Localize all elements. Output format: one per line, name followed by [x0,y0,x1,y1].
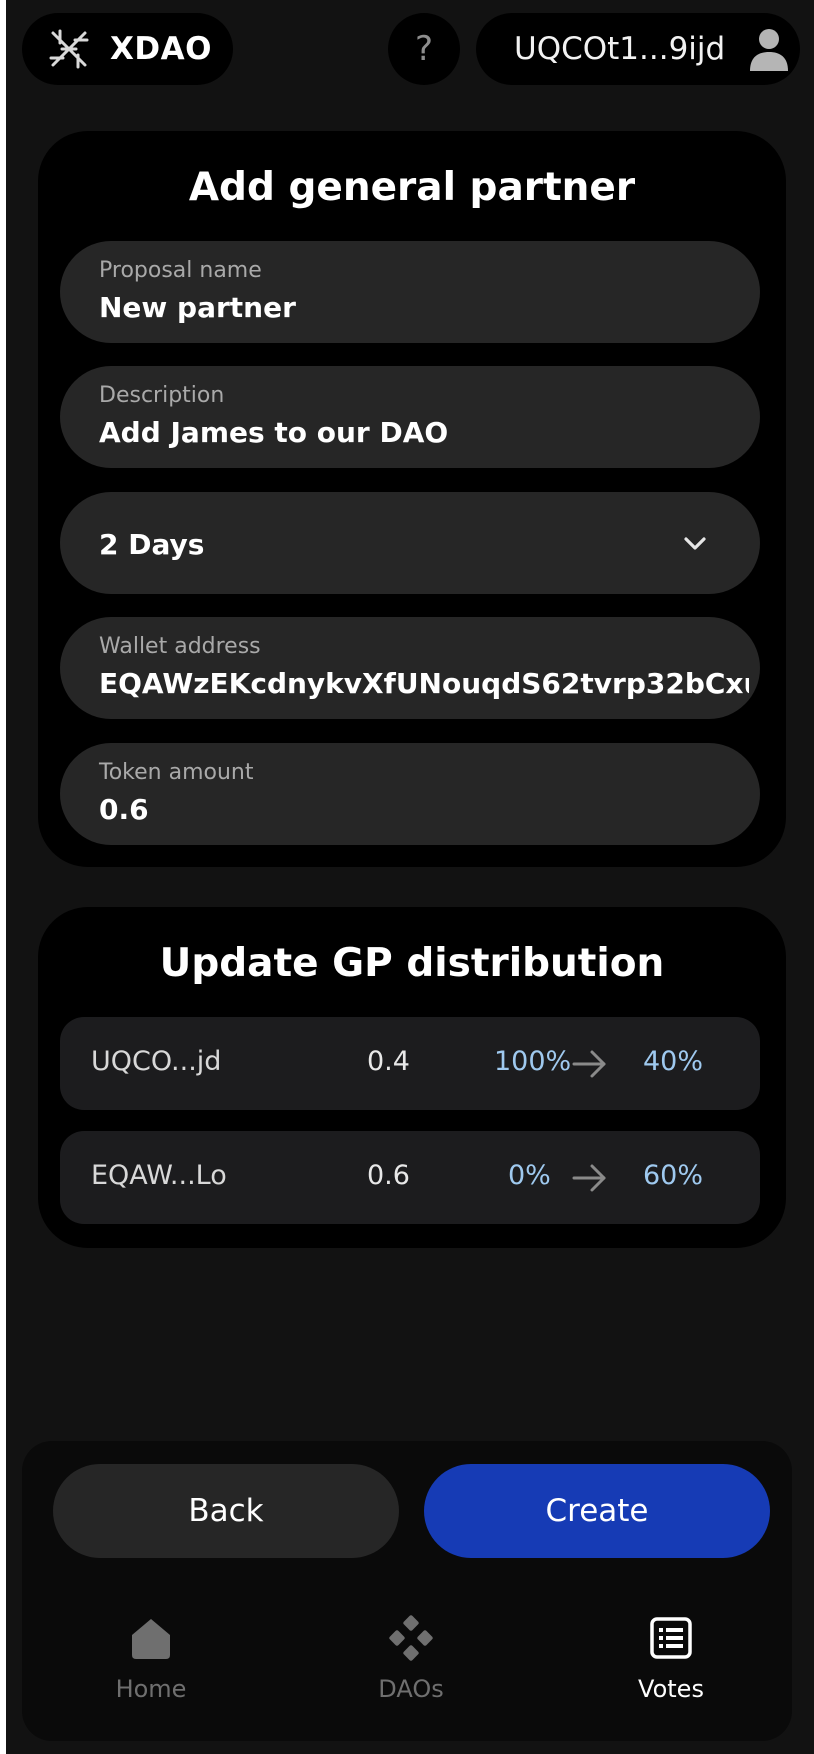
nav-item-daos[interactable]: DAOs [331,1615,491,1703]
proposal-name-value[interactable]: New partner [99,291,749,324]
row-from-percent: 100% [494,1046,572,1077]
help-icon: ? [414,29,434,69]
row-address: EQAW...Lo [91,1160,227,1191]
row-address: UQCO...jd [91,1046,222,1077]
arrow-right-icon [572,1164,606,1192]
distribution-row: EQAW...Lo 0.6 0% 60% [60,1131,760,1224]
row-to-percent: 40% [643,1046,704,1077]
account-button[interactable]: UQCOt1...9ijd [476,13,800,85]
row-amount: 0.4 [367,1046,410,1077]
nav-label-votes: Votes [638,1675,704,1703]
app-name: XDAO [110,31,212,67]
token-amount-field[interactable]: Token amount 0.6 [60,743,760,845]
nav-item-votes[interactable]: Votes [591,1615,751,1703]
votes-icon [650,1617,692,1659]
chevron-down-icon [684,537,706,550]
duration-select[interactable]: 2 Days [60,492,760,594]
create-button[interactable]: Create [424,1464,770,1558]
daos-icon [389,1615,433,1661]
token-amount-value[interactable]: 0.6 [99,793,749,826]
row-from-percent: 0% [508,1160,551,1191]
form-title: Add general partner [188,165,636,210]
xdao-logo-icon [49,29,89,69]
logo-button[interactable]: XDAO [22,13,233,85]
proposal-name-label: Proposal name [99,258,262,283]
nav-label-daos: DAOs [378,1675,444,1703]
user-icon [750,29,789,71]
home-icon [132,1619,170,1659]
back-button[interactable]: Back [53,1464,399,1558]
left-edge [0,0,6,1754]
description-value[interactable]: Add James to our DAO [99,416,749,449]
help-button[interactable]: ? [388,13,460,85]
proposal-name-field[interactable]: Proposal name New partner [60,241,760,343]
distribution-title: Update GP distribution [159,941,665,986]
wallet-address-field[interactable]: Wallet address EQAWzEKcdnykvXfUNouqdS62t… [60,617,760,719]
arrow-right-icon [572,1050,606,1078]
description-label: Description [99,383,225,408]
gp-distribution-card: Update GP distribution UQCO...jd 0.4 100… [38,907,786,1248]
token-amount-label: Token amount [99,760,254,785]
description-field[interactable]: Description Add James to our DAO [60,366,760,468]
account-address: UQCOt1...9ijd [514,31,726,67]
distribution-row: UQCO...jd 0.4 100% 40% [60,1017,760,1110]
nav-label-home: Home [115,1675,187,1703]
duration-value: 2 Days [99,528,205,561]
row-to-percent: 60% [643,1160,704,1191]
wallet-address-label: Wallet address [99,634,261,659]
proposal-form-card: Add general partner Proposal name New pa… [38,131,786,867]
row-amount: 0.6 [367,1160,410,1191]
nav-item-home[interactable]: Home [71,1615,231,1703]
wallet-address-value[interactable]: EQAWzEKcdnykvXfUNouqdS62tvrp32bCxuK [99,667,749,700]
